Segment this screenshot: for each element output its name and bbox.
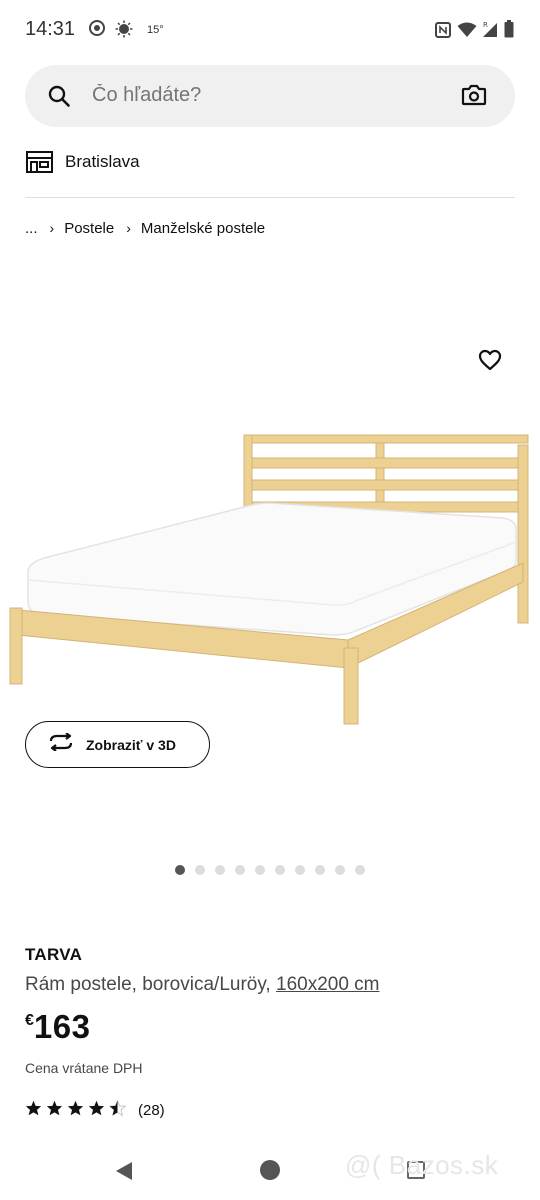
rotate-3d-icon xyxy=(48,732,74,756)
chevron-right-icon: › xyxy=(49,220,55,236)
view-3d-label: Zobraziť v 3D xyxy=(86,736,176,753)
star-full-icon xyxy=(25,1100,42,1121)
chevron-right-icon: › xyxy=(126,220,131,236)
weather-sun-icon xyxy=(115,20,133,43)
svg-text:R: R xyxy=(483,21,488,29)
battery-icon xyxy=(504,20,514,43)
view-3d-button[interactable]: Zobraziť v 3D xyxy=(25,721,210,768)
carousel-dot[interactable] xyxy=(275,865,285,875)
carousel-dot[interactable] xyxy=(255,865,265,875)
carousel-dot[interactable] xyxy=(315,865,325,875)
carousel-dot[interactable] xyxy=(175,865,185,875)
store-icon[interactable] xyxy=(26,151,53,178)
product-description: Rám postele, borovica/Luröy, 160x200 cm xyxy=(25,974,380,996)
camera-icon[interactable] xyxy=(461,83,487,112)
price-amount: 163 xyxy=(33,1008,91,1045)
star-full-icon xyxy=(67,1100,84,1121)
watermark-text: @( Bazos.sk xyxy=(345,1150,499,1180)
rating-count: (28) xyxy=(138,1102,165,1119)
carousel-dot[interactable] xyxy=(195,865,205,875)
nav-home-icon[interactable] xyxy=(260,1160,280,1180)
vat-note: Cena vrátane DPH xyxy=(25,1060,143,1076)
search-bar[interactable] xyxy=(25,65,515,127)
search-icon[interactable] xyxy=(47,84,71,113)
breadcrumb: ... › Postele › Manželské postele xyxy=(25,218,265,238)
wifi-icon xyxy=(457,22,477,43)
product-price: €163 xyxy=(25,1008,90,1046)
carousel-dot[interactable] xyxy=(215,865,225,875)
price-currency: € xyxy=(25,1012,34,1029)
carousel-dot[interactable] xyxy=(235,865,245,875)
breadcrumb-item-manzelske-postele[interactable]: Manželské postele xyxy=(141,220,265,237)
heart-icon[interactable] xyxy=(478,349,502,376)
divider xyxy=(25,197,515,198)
status-time: 14:31 xyxy=(25,18,76,40)
status-temperature: 15° xyxy=(147,24,164,36)
breadcrumb-item-postele[interactable]: Postele xyxy=(64,220,114,237)
star-full-icon xyxy=(46,1100,63,1121)
carousel-dot[interactable] xyxy=(335,865,345,875)
carousel-dot[interactable] xyxy=(295,865,305,875)
search-input[interactable] xyxy=(92,84,432,107)
product-description-text: Rám postele, borovica/Luröy, xyxy=(25,974,271,995)
nav-back-icon[interactable] xyxy=(113,1160,135,1187)
status-bar: 14:31 15° R xyxy=(0,0,540,62)
breadcrumb-ellipsis[interactable]: ... xyxy=(25,220,38,237)
star-full-icon xyxy=(88,1100,105,1121)
nfc-icon xyxy=(435,22,451,43)
store-label[interactable]: Bratislava xyxy=(65,152,140,172)
chrome-icon xyxy=(89,20,105,41)
product-size-link[interactable]: 160x200 cm xyxy=(276,974,380,995)
star-half-icon xyxy=(108,1099,127,1121)
carousel-dots xyxy=(175,865,375,875)
product-image-bed xyxy=(8,430,533,735)
signal-icon: R xyxy=(481,20,499,43)
product-rating[interactable]: (28) xyxy=(25,1099,165,1121)
carousel-dot[interactable] xyxy=(355,865,365,875)
product-name: TARVA xyxy=(25,945,83,964)
